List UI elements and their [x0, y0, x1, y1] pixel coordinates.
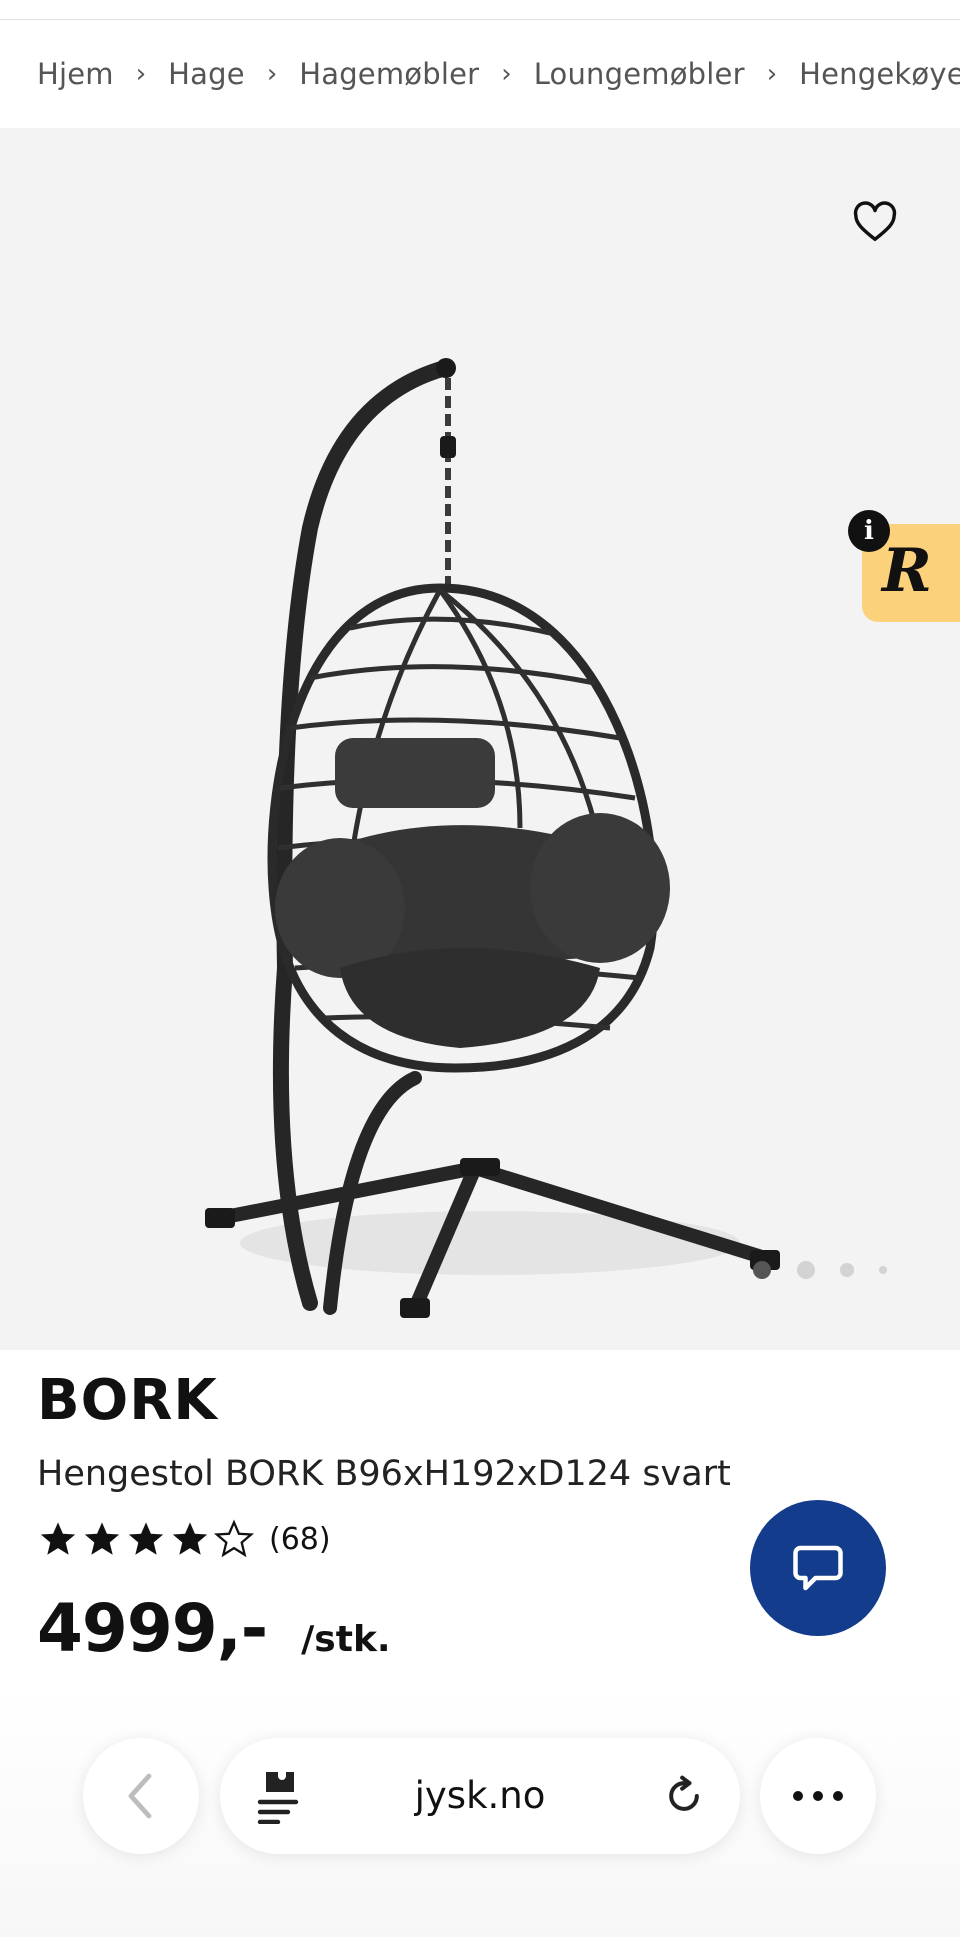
more-icon — [793, 1791, 843, 1801]
star-filled-icon — [40, 1522, 76, 1555]
product-title: Hengestol BORK B96xH192xD124 svart — [37, 1454, 731, 1494]
chevron-right-icon: › — [766, 59, 778, 89]
info-icon[interactable]: i — [848, 510, 890, 552]
breadcrumb-item-hage[interactable]: Hage — [168, 57, 245, 91]
product-image — [205, 358, 780, 1318]
chevron-right-icon: › — [266, 59, 278, 89]
reload-icon[interactable] — [662, 1774, 706, 1818]
price-unit: /stk. — [301, 1619, 391, 1660]
rating-stars[interactable]: (68) — [37, 1518, 331, 1560]
reward-logo: R — [882, 536, 932, 606]
chat-button[interactable] — [750, 1500, 886, 1636]
chevron-right-icon: › — [501, 59, 512, 89]
product-brand: BORK — [37, 1368, 218, 1433]
breadcrumb-item-hengekoyer[interactable]: Hengekøyer — [799, 57, 960, 91]
chevron-right-icon: › — [135, 59, 147, 89]
more-button[interactable] — [760, 1738, 876, 1854]
breadcrumb-item-loungemobler[interactable]: Loungemøbler — [534, 57, 745, 91]
breadcrumb-item-hjem[interactable]: Hjem — [37, 57, 114, 91]
star-filled-icon — [128, 1522, 164, 1555]
star-filled-icon — [84, 1522, 120, 1555]
product-image-gallery[interactable]: R i — [0, 128, 960, 1350]
gallery-pagination[interactable] — [750, 1258, 900, 1282]
breadcrumb: Hjem › Hage › Hagemøbler › Loungemøbler … — [0, 20, 960, 128]
star-filled-icon — [172, 1522, 208, 1555]
chat-bubble-icon — [793, 1545, 843, 1591]
top-divider — [0, 0, 960, 20]
product-price: 4999,- — [37, 1590, 268, 1667]
price-row: 4999,- /stk. — [37, 1590, 391, 1667]
star-empty-icon — [213, 1519, 255, 1558]
review-count[interactable]: (68) — [269, 1522, 331, 1557]
breadcrumb-item-hagemobler[interactable]: Hagemøbler — [299, 57, 479, 91]
address-bar[interactable]: jysk.no — [220, 1738, 740, 1854]
heart-icon[interactable] — [852, 200, 898, 246]
back-button[interactable] — [83, 1738, 199, 1854]
chevron-left-icon — [128, 1773, 152, 1819]
